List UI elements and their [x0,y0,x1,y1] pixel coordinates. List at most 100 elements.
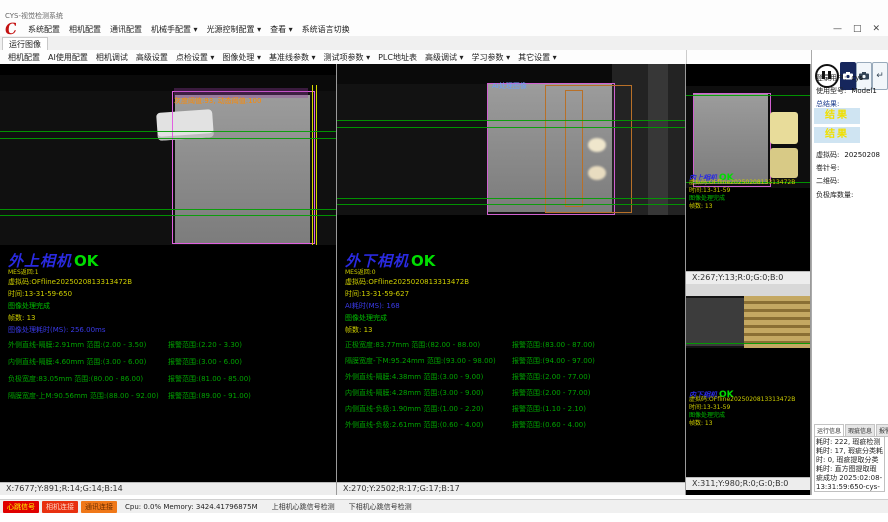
alarm-range-text: 报警范围:(2.00 - 77.00) [512,388,590,398]
menu-item[interactable]: 相机配置 [69,24,101,35]
result-box-2: 结果 [814,127,860,143]
result-ok: OK [411,252,435,270]
lower-camera-heartbeat-text: 下相机心跳信号检测 [349,502,412,512]
measurement-text: 内侧直线-隔膜:4.60mm 范围:(3.00 - 6.00) [8,357,146,367]
status-badges: 心跳信号相机连接通讯连接 [3,501,117,513]
toolbar-item[interactable]: 基准线参数 ▾ [269,52,316,63]
result-box-1: 结果 [814,108,860,124]
info-line: 虚拟码:OFfline2025020813313472B [689,179,795,187]
roi-rect-magenta [172,91,315,244]
info-line: 帧数: 13 [689,203,795,211]
baseline-green-1 [686,343,810,344]
bright-blob-1 [588,138,606,152]
stock-count-label: 负极库数量: [816,190,853,200]
menu-item[interactable]: 系统语言切换 [302,24,350,35]
toolbar-item[interactable]: 学习参数 ▾ [472,52,511,63]
measurement-row: 正极宽度:83.77mm 范围:(82.00 - 88.00)报警范围:(83.… [345,340,685,356]
info-line: 时间:13-31-59-650 [8,288,132,300]
edge-line-yellow-2 [316,85,317,245]
toolbar-item[interactable]: 高级设置 [136,52,168,63]
maximize-icon[interactable]: □ [853,24,862,34]
measurement-text: 内侧直线-隔膜:4.28mm 范围:(3.00 - 9.00) [345,388,483,398]
menu-item[interactable]: 光源控制配置 ▾ [207,24,262,35]
mes-return: MES返回:0 [345,267,376,276]
mes-return: MES返回:1 [8,267,39,276]
info-line: 时间:13-31-59 [689,187,795,195]
menu-item[interactable]: 通讯配置 [110,24,142,35]
cable-bundle [744,296,810,348]
application-window: CYS-视觉检测系统 C 系统配置相机配置通讯配置机械手配置 ▾光源控制配置 ▾… [0,0,888,522]
main-workspace: 灰度阈值:93, 动态阈值:100 外上相机OK MES返回:1 虚拟码:OFf… [0,64,888,495]
measurement-list: 外侧直线-隔膜:2.91mm 范围:(2.00 - 3.50) 报警范围:(2.2… [8,340,336,408]
menu-item[interactable]: 查看 ▾ [270,24,293,35]
virtual-code-value: 20250208 [844,151,880,159]
pixel-coords-bar: X:311;Y:980;R:0;G:0;B:0 [686,477,810,490]
pixel-coords-bar: X:267;Y:13;R:0;G:0;B:0 [686,271,810,284]
baseline-green-1 [0,131,336,132]
threshold-label-box: 灰度阈值:93, 动态阈值:100 [174,88,308,98]
log-area: 耗时: 222, 瑕疵检测耗时: 17, 瑕疵分类耗时: 0, 瑕疵提取分类耗时… [814,436,885,492]
alarm-range-text: 报警范围:(1.10 - 2.10) [512,404,586,414]
baseline-green-3 [0,209,336,210]
alarm-range-text: 报警范围:(2.20 - 3.30) [168,340,242,350]
info-lines: 虚拟码:OFfline2025020813313472B时间:13-31-59图… [689,396,795,428]
edge-line-yellow-1 [312,85,313,245]
toolbar-item[interactable]: 点检设置 ▾ [176,52,215,63]
camera-image-outer-lower[interactable]: AI处理图像 [337,64,685,215]
toolbar-item[interactable]: PLC地址表 [378,52,417,63]
menu-item[interactable]: 机械手配置 ▾ [151,24,198,35]
info-line: 图像处理耗时(MS): 256.00ms [8,324,132,336]
measurement-row: 外侧直线-隔膜:2.91mm 范围:(2.00 - 3.50) 报警范围:(2.2… [8,340,336,357]
menu-item[interactable]: 系统配置 [28,24,60,35]
model-value: Model1 [851,87,876,95]
status-badge: 心跳信号 [3,501,39,513]
measurement-text: 外侧直线-隔膜:2.91mm 范围:(2.00 - 3.50) [8,340,146,350]
measurement-row: 外侧直线-隔膜:4.38mm 范围:(3.00 - 9.00)报警范围:(2.0… [345,372,685,388]
result-ok: OK [74,252,98,270]
status-badge: 相机连接 [42,501,78,513]
camera-image-outer-upper[interactable]: 灰度阈值:93, 动态阈值:100 [0,75,336,245]
alarm-range-text: 报警范围:(3.00 - 6.00) [168,357,242,367]
camera-image-inner-lower[interactable] [686,296,810,348]
measurement-text: 内侧直线-负极:1.90mm 范围:(1.00 - 2.20) [345,404,483,414]
login-user-row: 登录用户:cys [816,73,863,83]
info-lines: 虚拟码:OFfline2025020813313472B时间:13-31-59-… [8,276,132,336]
ai-image-label: AI处理图像 [492,81,527,91]
machine-rail [648,64,668,215]
info-lines: 虚拟码:OFfline2025020813313472B时间:13-31-59图… [689,179,795,211]
baseline-green-1 [686,95,810,96]
bright-part-2 [770,148,798,178]
measurement-row: 外侧直线-负极:2.61mm 范围:(0.60 - 4.00)报警范围:(0.6… [345,420,685,436]
toolbar-item[interactable]: AI使用配置 [48,52,88,63]
toolbar-items: 相机配置 AI使用配置相机调试高级设置点检设置 ▾ 图像处理 ▾ 基准线参数 ▾ 测试项… [8,52,557,63]
toolbar-item[interactable]: 图像处理 ▾ [222,52,261,63]
info-line: 帧数: 13 [345,324,469,336]
baseline-green-2 [0,138,336,139]
roi-rect-orange [545,85,632,213]
toolbar-item[interactable]: 测试项参数 ▾ [324,52,371,63]
measurement-row: 负极宽度:83.05mm 范围:(80.00 - 86.00) 报警范围:(81.… [8,374,336,391]
pixel-coords-bar: X:7677;Y:891;R:14;G:14;B:14 [0,482,336,495]
baseline-green-3 [337,198,685,199]
thumb-separator [686,284,810,296]
alarm-range-text: 报警范围:(81.00 - 85.00) [168,374,251,384]
virtual-code-label: 虚拟码: [816,151,839,159]
bright-part-1 [770,112,798,144]
toolbar-item[interactable]: 相机配置 [8,52,40,63]
info-line: 时间:13-31-59-627 [345,288,469,300]
toolbar-item[interactable]: 其它设置 ▾ [518,52,557,63]
measurement-text: 隔膜宽度-下M:95.24mm 范围:(93.00 - 98.00) [345,356,496,366]
measurement-text: 外侧直线-负极:2.61mm 范围:(0.60 - 4.00) [345,420,483,430]
minimize-icon[interactable]: — [833,24,842,34]
info-line: 图像处理完成 [345,312,469,324]
close-icon[interactable]: ✕ [872,24,880,34]
alarm-range-text: 报警范围:(2.00 - 77.00) [512,372,590,382]
measurement-text: 负极宽度:83.05mm 范围:(80.00 - 86.00) [8,374,143,384]
measurement-row: 隔膜宽度-上M:90.56mm 范围:(88.00 - 92.00)报警范围:(… [8,391,336,408]
info-line: AI耗时(MS): 168 [345,300,469,312]
threshold-label: 灰度阈值:93, 动态阈值:100 [174,97,261,105]
toolbar-item[interactable]: 高级调试 ▾ [425,52,464,63]
bright-blob-2 [588,166,606,180]
toolbar-item[interactable]: 相机调试 [96,52,128,63]
menu-items: 系统配置相机配置通讯配置机械手配置 ▾ 光源控制配置 ▾ 查看 ▾ 系统语言切换 [28,24,350,35]
